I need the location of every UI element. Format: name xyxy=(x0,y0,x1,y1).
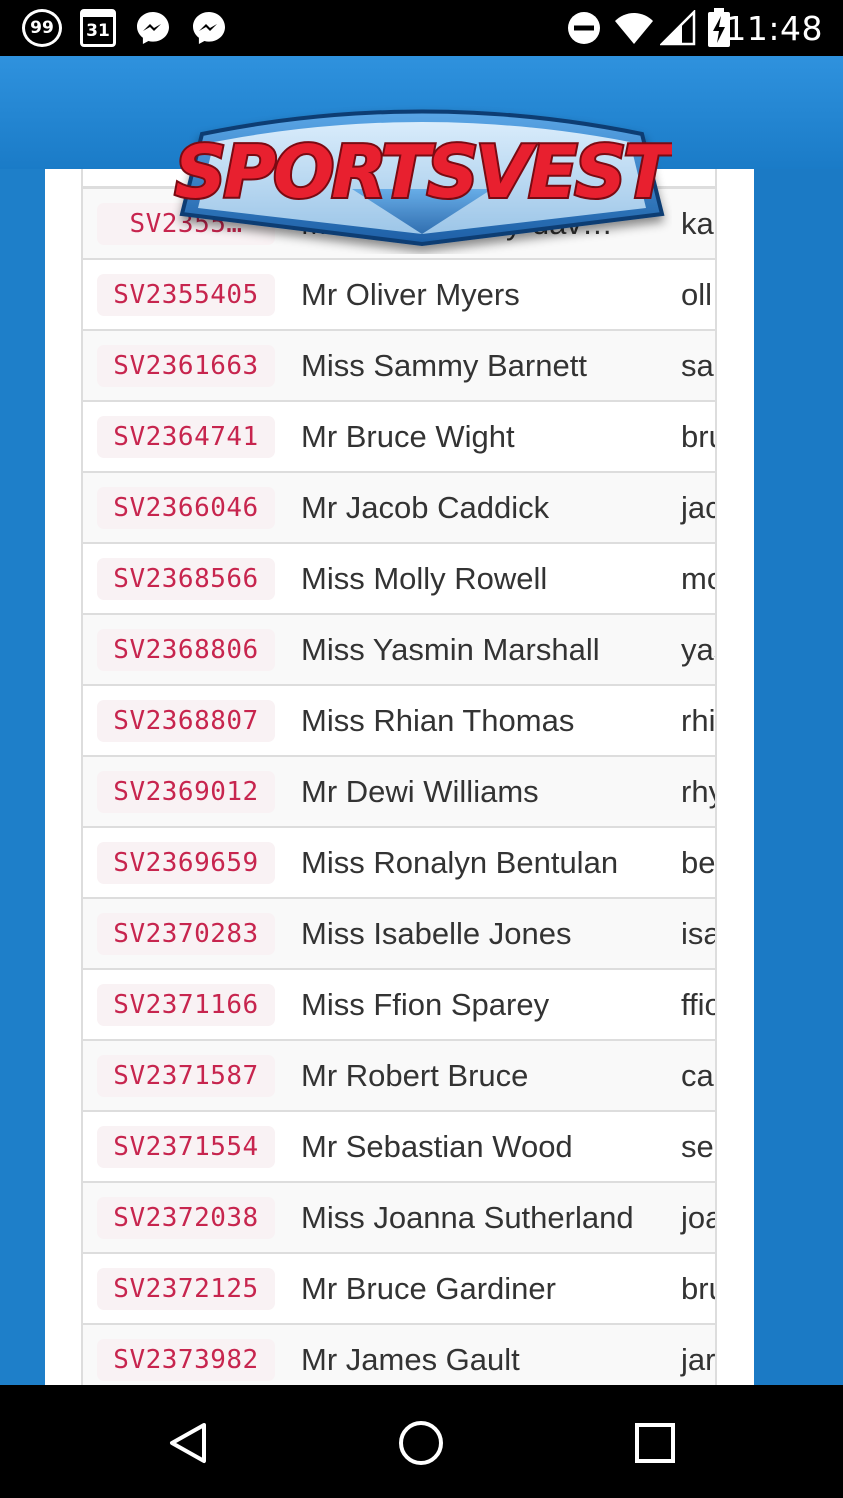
member-name: Miss Molly Rowell xyxy=(301,560,548,596)
member-code: SV2368806 xyxy=(97,628,275,671)
member-code: SV2372038 xyxy=(97,1196,275,1239)
navigation-bar xyxy=(0,1385,843,1498)
table-row[interactable]: SV2368806 Miss Yasmin Marshall yas xyxy=(83,615,715,686)
member-name: Mr Robert Bruce xyxy=(301,1057,529,1093)
table-row[interactable]: SV2371554 Mr Sebastian Wood se xyxy=(83,1112,715,1183)
member-code: SV2369659 xyxy=(97,841,275,884)
wifi-icon xyxy=(614,8,654,48)
logo-text: SPORTSVEST xyxy=(175,130,672,214)
badge-99-icon: 99 xyxy=(22,9,62,47)
recents-icon[interactable] xyxy=(625,1413,685,1473)
member-name: Miss Ffion Sparey xyxy=(301,986,550,1022)
member-email: oll xyxy=(681,276,713,312)
member-code: SV2373982 xyxy=(97,1338,275,1381)
member-email: jac xyxy=(681,489,717,525)
member-name: Mr Bruce Wight xyxy=(301,418,515,454)
member-name: Miss Yasmin Marshall xyxy=(301,631,600,667)
table-row[interactable]: SV2364741 Mr Bruce Wight bru xyxy=(83,402,715,473)
table-row[interactable]: SV2368807 Miss Rhian Thomas rhi xyxy=(83,686,716,757)
clock: 11:48 xyxy=(725,9,823,48)
member-email: joa xyxy=(681,1199,715,1235)
messenger-icon xyxy=(134,8,172,48)
member-name: Miss Joanna Sutherland xyxy=(301,1199,634,1235)
table-row[interactable]: SV2371587 Mr Robert Bruce ca xyxy=(83,1041,715,1112)
member-code: SV2370283 xyxy=(97,912,275,955)
member-code: SV2372125 xyxy=(97,1267,275,1310)
calendar-day: 31 xyxy=(86,20,110,41)
member-name: Mr Jacob Caddick xyxy=(301,489,550,525)
member-email: ffio xyxy=(681,986,715,1022)
member-code: SV2371587 xyxy=(97,1054,275,1097)
table-row[interactable]: SV2369012 Mr Dewi Williams rhy xyxy=(83,757,715,828)
member-email: be xyxy=(681,844,716,880)
signal-icon xyxy=(660,8,696,48)
do-not-disturb-icon xyxy=(565,8,603,48)
member-name: Miss Sammy Barnett xyxy=(301,347,587,383)
member-code: SV2368807 xyxy=(97,699,275,742)
member-email: rhi xyxy=(681,702,716,738)
member-email: bru xyxy=(681,1270,715,1306)
member-name: Miss Isabelle Jones xyxy=(301,915,572,951)
member-email: se xyxy=(681,1128,714,1164)
app-content[interactable]: SV2355…Miss Kira Ashby-dav…kaSV2355405Mr… xyxy=(0,56,843,1385)
member-code: SV2368566 xyxy=(97,557,275,600)
side-margin-right xyxy=(753,169,798,1385)
member-code: SV2366046 xyxy=(97,486,275,529)
member-code: SV2369012 xyxy=(97,770,275,813)
member-email: ka xyxy=(681,205,714,241)
badge-count: 99 xyxy=(30,18,54,38)
member-email: yas xyxy=(681,631,715,667)
member-code: SV2364741 xyxy=(97,415,275,458)
member-email: ca xyxy=(681,1057,714,1093)
table-row[interactable]: SV2361663 Miss Sammy Barnett sa xyxy=(83,331,715,402)
member-email: rhy xyxy=(681,773,715,809)
table-row[interactable]: SV2372038 Miss Joanna Sutherland joa xyxy=(83,1183,715,1254)
back-icon[interactable] xyxy=(158,1413,218,1473)
table-row[interactable]: SV2355405 Mr Oliver Myers oll xyxy=(83,260,715,331)
member-email: bru xyxy=(681,418,715,454)
member-name: Mr Bruce Gardiner xyxy=(301,1270,556,1306)
member-name: Mr James Gault xyxy=(301,1341,520,1377)
content-panel: SV2355…Miss Kira Ashby-dav…kaSV2355405Mr… xyxy=(45,169,754,1385)
table-row[interactable]: SV2369659 Miss Ronalyn Bentulan be xyxy=(83,828,716,899)
member-name: Miss Ronalyn Bentulan xyxy=(301,844,619,880)
table-row[interactable]: SV2370283 Miss Isabelle Jones isa xyxy=(83,899,717,970)
member-code: SV2371166 xyxy=(97,983,275,1026)
table-row[interactable]: SV2371166 Miss Ffion Sparey ffio xyxy=(83,970,715,1041)
member-email: mo xyxy=(681,560,715,596)
table-row[interactable]: SV2372125 Mr Bruce Gardiner bru xyxy=(83,1254,715,1325)
messenger-icon xyxy=(190,8,228,48)
member-name: Miss Rhian Thomas xyxy=(301,702,575,738)
member-name: Mr Oliver Myers xyxy=(301,276,520,312)
sportsvest-logo[interactable]: SPORTSVEST xyxy=(172,94,672,254)
member-email: sa xyxy=(681,347,714,383)
home-icon[interactable] xyxy=(391,1413,451,1473)
member-email: isa xyxy=(681,915,717,951)
member-code: SV2371554 xyxy=(97,1125,275,1168)
side-margin-left xyxy=(0,169,45,1385)
member-email: jar xyxy=(681,1341,716,1377)
member-code: SV2355405 xyxy=(97,273,275,316)
member-name: Mr Sebastian Wood xyxy=(301,1128,573,1164)
calendar-icon: 31 xyxy=(80,9,116,47)
status-bar: 99 31 11:48 xyxy=(0,0,843,56)
members-table[interactable]: SV2355…Miss Kira Ashby-dav…kaSV2355405Mr… xyxy=(81,169,717,1385)
table-row[interactable]: SV2373982 Mr James Gault jar xyxy=(83,1325,716,1385)
table-row[interactable]: SV2368566 Miss Molly Rowell mo xyxy=(83,544,715,615)
table-row[interactable]: SV2366046 Mr Jacob Caddick jac xyxy=(83,473,717,544)
member-code: SV2361663 xyxy=(97,344,275,387)
member-name: Mr Dewi Williams xyxy=(301,773,539,809)
